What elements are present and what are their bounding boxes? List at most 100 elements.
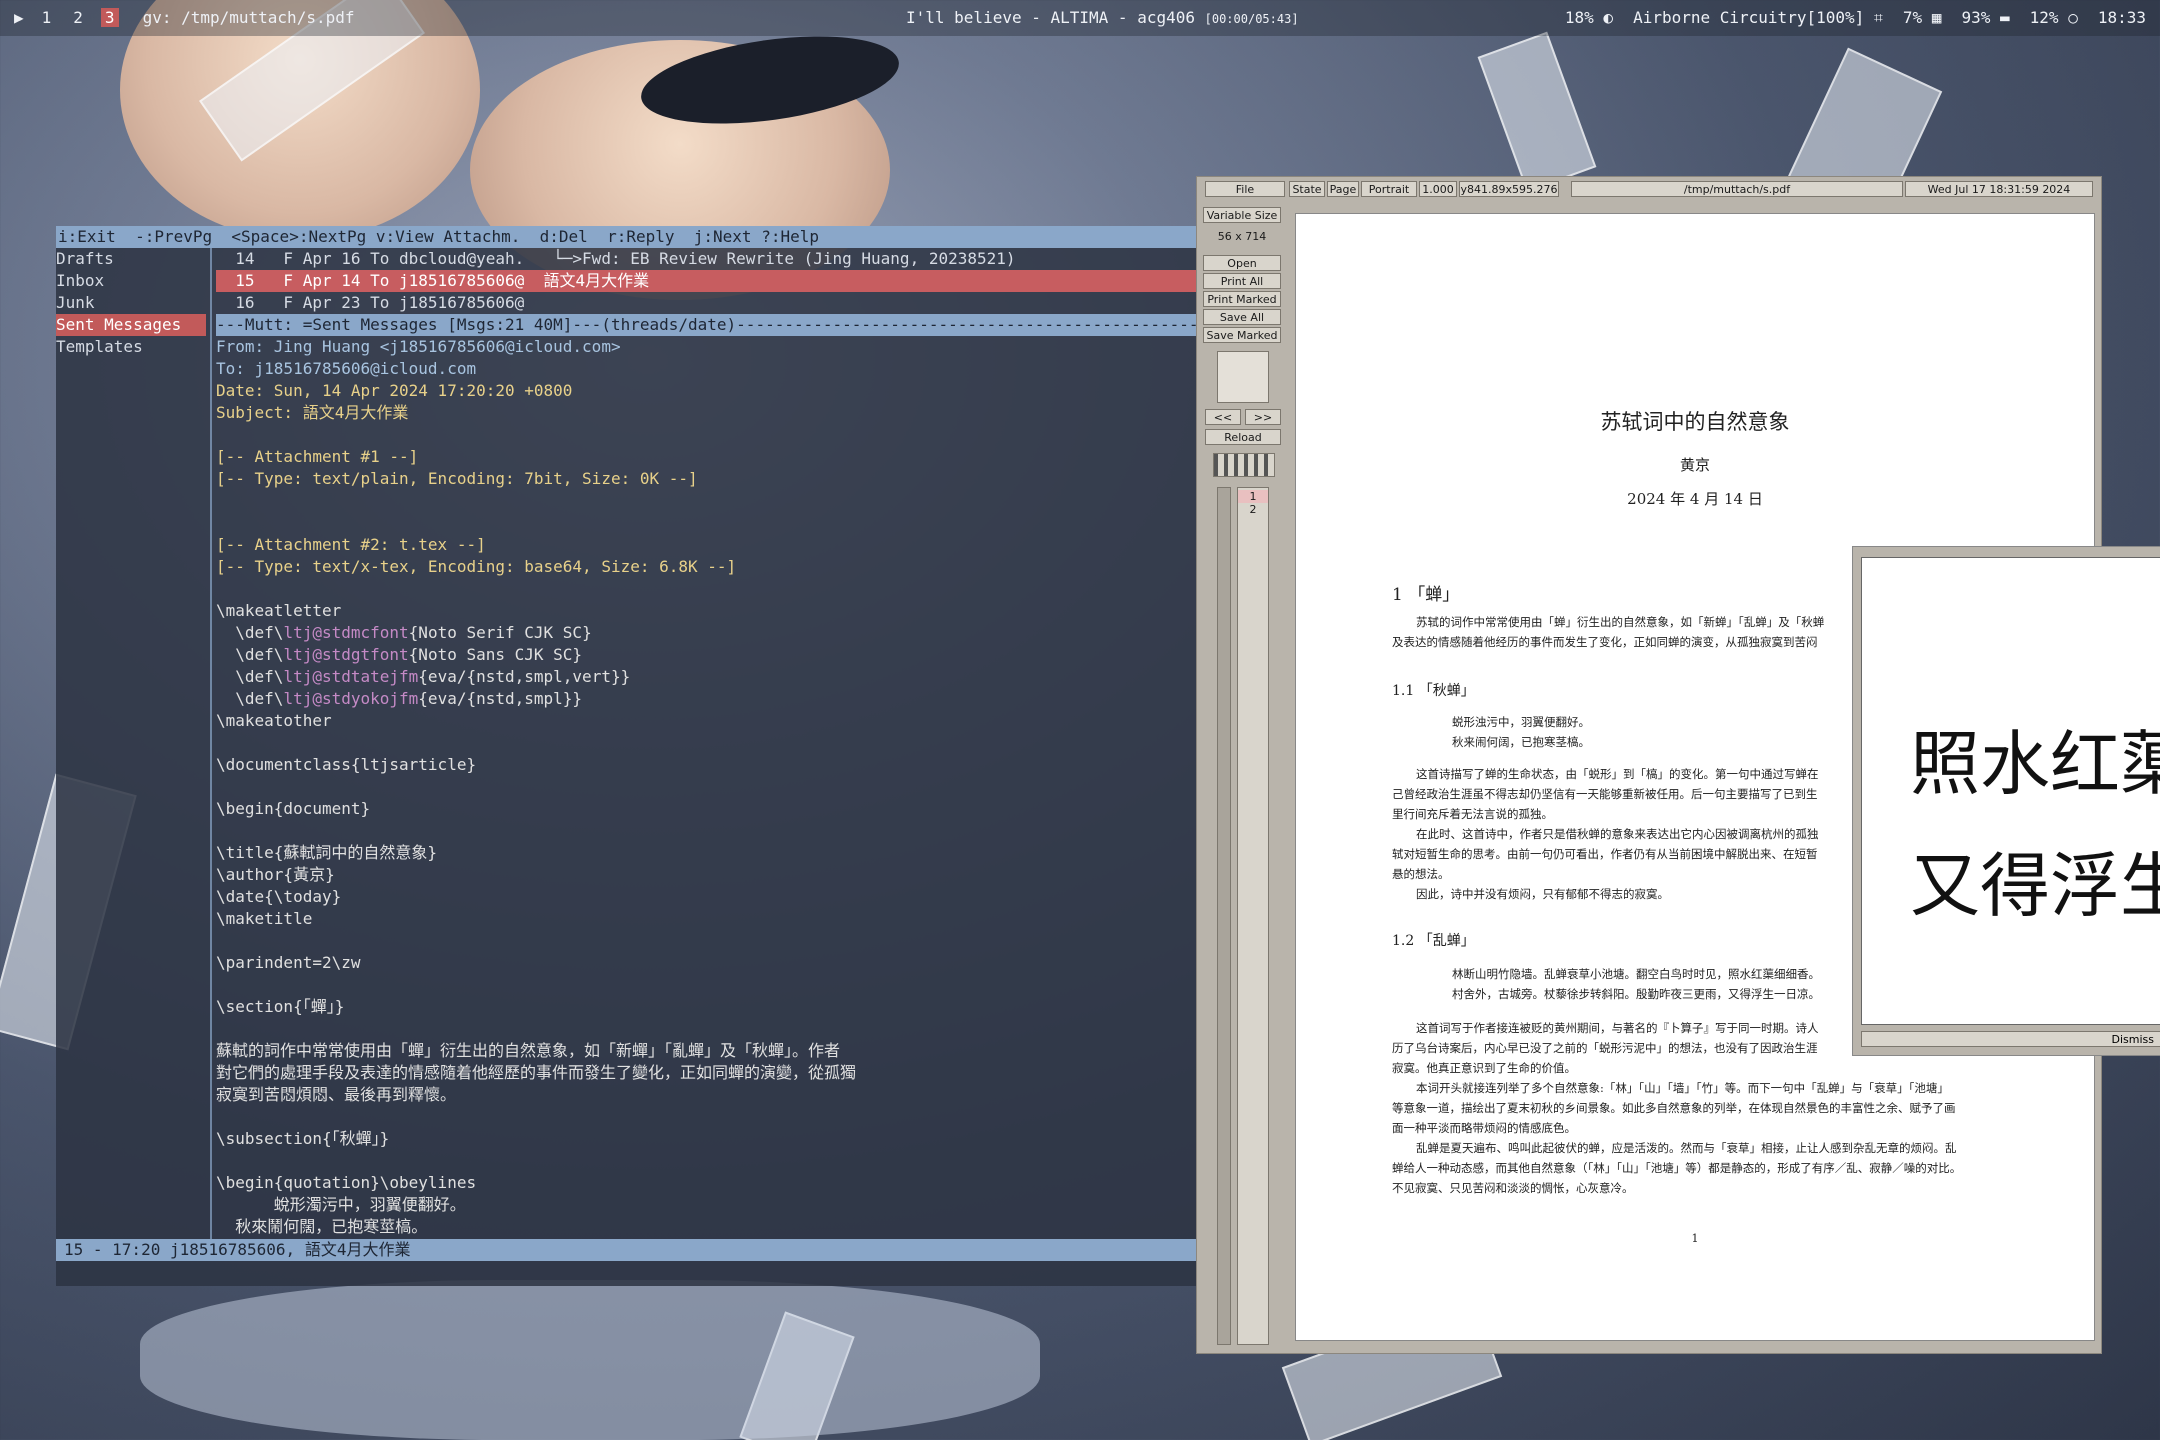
page-menu[interactable]: Page bbox=[1327, 181, 1359, 197]
doc-date: 2024 年 4 月 14 日 bbox=[1627, 490, 1763, 508]
doc-title: 苏轼词中的自然意象 bbox=[1600, 410, 1790, 434]
index-row[interactable]: 16 F Apr 23 To j18516785606@ bbox=[216, 292, 1196, 314]
sidebar-item-junk[interactable]: Junk bbox=[56, 292, 206, 314]
reload-button[interactable]: Reload bbox=[1205, 429, 1281, 445]
print-marked-button[interactable]: Print Marked bbox=[1203, 291, 1281, 307]
wallpaper-dress bbox=[140, 1280, 1040, 1440]
file-date: Wed Jul 17 18:31:59 2024 bbox=[1905, 181, 2093, 197]
doc-line: 乱蝉是夏天遍布、鸣叫此起彼伏的蝉，应是活泼的。然而与「衰草」相接，止让人感到杂乱… bbox=[1416, 1141, 1957, 1155]
index-row-selected[interactable]: 15 F Apr 14 To j18516785606@ 語文4月大作業 bbox=[216, 270, 1196, 292]
body-line: \makeatletter bbox=[216, 601, 342, 620]
body-line: 蛻形濁污中，羽翼便翻好。 bbox=[216, 1195, 466, 1214]
body-line: \makeatother bbox=[216, 711, 332, 730]
subsection-heading: 1.1 「秋蝉」 bbox=[1392, 683, 1475, 699]
body-line: \def\ltj@stdyokojfm{eva/{nstd,smpl}} bbox=[216, 689, 583, 708]
print-all-button[interactable]: Print All bbox=[1203, 273, 1281, 289]
next-page-button[interactable]: >> bbox=[1245, 409, 1281, 425]
doc-line: 林断山明竹隐墙。乱蝉衰草小池塘。翻空白鸟时时见，照水红蕖细细香。 bbox=[1452, 967, 1820, 981]
size-mode-button[interactable]: Variable Size bbox=[1203, 207, 1281, 223]
doc-line: 轼对短暂生命的思考。由前一句仍可看出，作者仍有从当前困境中解脱出来、在短暂 bbox=[1392, 847, 1818, 861]
doc-line: 寂寞。他真正意识到了生命的价值。 bbox=[1392, 1061, 1576, 1075]
state-menu[interactable]: State bbox=[1289, 181, 1325, 197]
body-line: \subsection{「秋蟬」} bbox=[216, 1129, 390, 1148]
sidebar-item-sent-messages[interactable]: Sent Messages bbox=[56, 314, 206, 336]
page-list[interactable]: 1 2 bbox=[1237, 487, 1269, 1345]
wifi-status: Airborne Circuitry[100%] ⌗ bbox=[1633, 8, 1883, 27]
body-line: \parindent=2\zw bbox=[216, 953, 361, 972]
wifi-icon: ⌗ bbox=[1873, 8, 1883, 27]
header-from: From: Jing Huang <j18516785606@icloud.co… bbox=[216, 337, 621, 356]
body-line: 蘇軾的詞作中常常使用由「蟬」衍生出的自然意象，如「新蟬」「亂蟬」及「秋蟬」。作者 bbox=[216, 1041, 841, 1060]
volume-icon: ◐ bbox=[1603, 8, 1614, 27]
play-time: [00:00/05:43] bbox=[1204, 12, 1299, 26]
page-thumbnail-panner[interactable] bbox=[1217, 351, 1269, 403]
dimensions-label: 56 x 714 bbox=[1217, 230, 1267, 243]
doc-line: 苏轼的词作中常常使用由「蝉」衍生出的自然意象，如「新蝉」「乱蝉」及「秋蝉 bbox=[1416, 615, 1825, 629]
status-bar: ▶ 1 2 3 gv: /tmp/muttach/s.pdf I'll beli… bbox=[0, 0, 2160, 36]
open-button[interactable]: Open bbox=[1203, 255, 1281, 271]
index-row[interactable]: 14 F Apr 16 To dbcloud@yeah. └─>Fwd: EB … bbox=[216, 248, 1196, 270]
page-mark-icons[interactable] bbox=[1213, 453, 1275, 477]
index-status-line: ---Mutt: =Sent Messages [Msgs:21 40M]---… bbox=[216, 314, 1238, 336]
media-menu[interactable]: y841.89x595.276 bbox=[1459, 181, 1559, 197]
doc-line: 蝉给人一种动态感，而其他自然意象（「林」「山」「池塘」等）都是静态的，形成了有序… bbox=[1392, 1161, 1962, 1175]
dismiss-button[interactable]: Dismiss bbox=[1861, 1031, 2160, 1047]
memory-icon: ○ bbox=[2068, 8, 2078, 27]
magnified-line: 照水红蕖 bbox=[1910, 723, 2160, 805]
body-line: 寂寞到苦悶煩悶、最後再到釋懷。 bbox=[216, 1085, 457, 1104]
workspace-1[interactable]: 1 bbox=[38, 8, 56, 27]
vertical-scrollbar[interactable] bbox=[1217, 487, 1231, 1345]
body-line: \begin{document} bbox=[216, 799, 371, 818]
battery-status: 93% ▬ bbox=[1961, 8, 2010, 27]
workspace-3[interactable]: 3 bbox=[100, 8, 119, 27]
attachment-2-type: [-- Type: text/x-tex, Encoding: base64, … bbox=[216, 557, 737, 576]
magnifier-popup[interactable]: 照水红蕖 又得浮生 Dismiss bbox=[1852, 546, 2160, 1056]
doc-line: 及表达的情感随着他经历的事件而发生了变化，正如同蝉的演变，从孤独寂寞到苦闷 bbox=[1392, 635, 1818, 649]
file-path: /tmp/muttach/s.pdf bbox=[1571, 181, 1903, 197]
sidebar-item-drafts[interactable]: Drafts bbox=[56, 248, 206, 270]
sidebar-item-inbox[interactable]: Inbox bbox=[56, 270, 206, 292]
doc-line: 因此，诗中并没有烦闷，只有郁郁不得志的寂寞。 bbox=[1416, 887, 1669, 901]
scale-menu[interactable]: 1.000 bbox=[1419, 181, 1457, 197]
wallpaper-shard bbox=[1477, 31, 1597, 193]
battery-icon: ▬ bbox=[2000, 8, 2010, 27]
sidebar-divider bbox=[210, 248, 212, 1248]
save-marked-button[interactable]: Save Marked bbox=[1203, 327, 1281, 343]
doc-line: 不见寂寞、只见苦闷和淡淡的惆怅，心灰意冷。 bbox=[1392, 1181, 1634, 1195]
file-menu[interactable]: File bbox=[1205, 181, 1285, 197]
play-icon[interactable]: ▶ bbox=[14, 8, 24, 27]
body-line: 對它們的處理手段及表達的情感隨着他經歷的事件而發生了變化，正如同蟬的演變，從孤獨 bbox=[216, 1063, 857, 1082]
attachment-2-title: [-- Attachment #2: t.tex --] bbox=[216, 535, 486, 554]
doc-line: 悬的想法。 bbox=[1392, 867, 1450, 881]
volume-status: 18% ◐ bbox=[1564, 8, 1614, 27]
doc-line: 这首词写于作者接连被贬的黄州期间，与著名的『卜算子』写于同一时期。诗人 bbox=[1416, 1021, 1819, 1035]
save-all-button[interactable]: Save All bbox=[1203, 309, 1281, 325]
doc-line: 本词开头就接连列举了多个自然意象:「林」「山」「墙」「竹」等。而下一句中「乱蝉」… bbox=[1416, 1081, 1949, 1095]
help-line: i:Exit -:PrevPg <Space>:NextPg v:View At… bbox=[56, 226, 1198, 248]
header-subject: Subject: 語文4月大作業 bbox=[216, 403, 409, 422]
workspace-2[interactable]: 2 bbox=[69, 8, 87, 27]
doc-line: 面一种平淡而略带烦闷的情感底色。 bbox=[1392, 1121, 1576, 1135]
page-list-item-1[interactable]: 1 bbox=[1238, 490, 1268, 503]
doc-line: 秋来闹何阔，已抱寒茎槁。 bbox=[1452, 735, 1590, 749]
memory-status: 12% ○ bbox=[2029, 8, 2078, 27]
body-line: \def\ltj@stdtatejfm{eva/{nstd,smpl,vert}… bbox=[216, 667, 631, 686]
doc-line: 在此时、这首诗中，作者只是借秋蝉的意象来表达出它内心因被调离杭州的孤独 bbox=[1416, 827, 1819, 841]
page-list-item-2[interactable]: 2 bbox=[1238, 503, 1268, 516]
window-title: gv: /tmp/muttach/s.pdf bbox=[142, 8, 355, 27]
cpu-status: 7% ▦ bbox=[1902, 8, 1942, 27]
doc-line: 村舍外，古城旁。杖藜徐步转斜阳。殷勤昨夜三更雨，又得浮生一日凉。 bbox=[1452, 987, 1820, 1001]
prev-page-button[interactable]: << bbox=[1205, 409, 1241, 425]
mutt-window[interactable]: i:Exit -:PrevPg <Space>:NextPg v:View At… bbox=[56, 226, 1238, 1286]
body-line: \def\ltj@stdgtfont{Noto Sans CJK SC} bbox=[216, 645, 583, 664]
orientation-menu[interactable]: Portrait bbox=[1361, 181, 1417, 197]
attachment-1-type: [-- Type: text/plain, Encoding: 7bit, Si… bbox=[216, 469, 698, 488]
header-date: Date: Sun, 14 Apr 2024 17:20:20 +0800 bbox=[216, 381, 573, 400]
doc-line: 己曾经政治生涯虽不得志却仍坚信有一天能够重新被任用。后一句主要描写了已到生 bbox=[1392, 787, 1818, 801]
now-playing: I'll believe - ALTIMA - acg406 [00:00/05… bbox=[906, 8, 1299, 27]
body-line: 秋來鬧何闊，已抱寒莖槁。 bbox=[216, 1217, 428, 1236]
page-number: 1 bbox=[1691, 1232, 1699, 1245]
sidebar-item-templates[interactable]: Templates bbox=[56, 336, 206, 358]
doc-line: 等意象一道，描绘出了夏末初秋的乡间景象。如此多自然意象的列举，在体现自然景色的丰… bbox=[1392, 1101, 1956, 1115]
now-playing-title: I'll believe - ALTIMA - acg406 bbox=[906, 8, 1195, 27]
